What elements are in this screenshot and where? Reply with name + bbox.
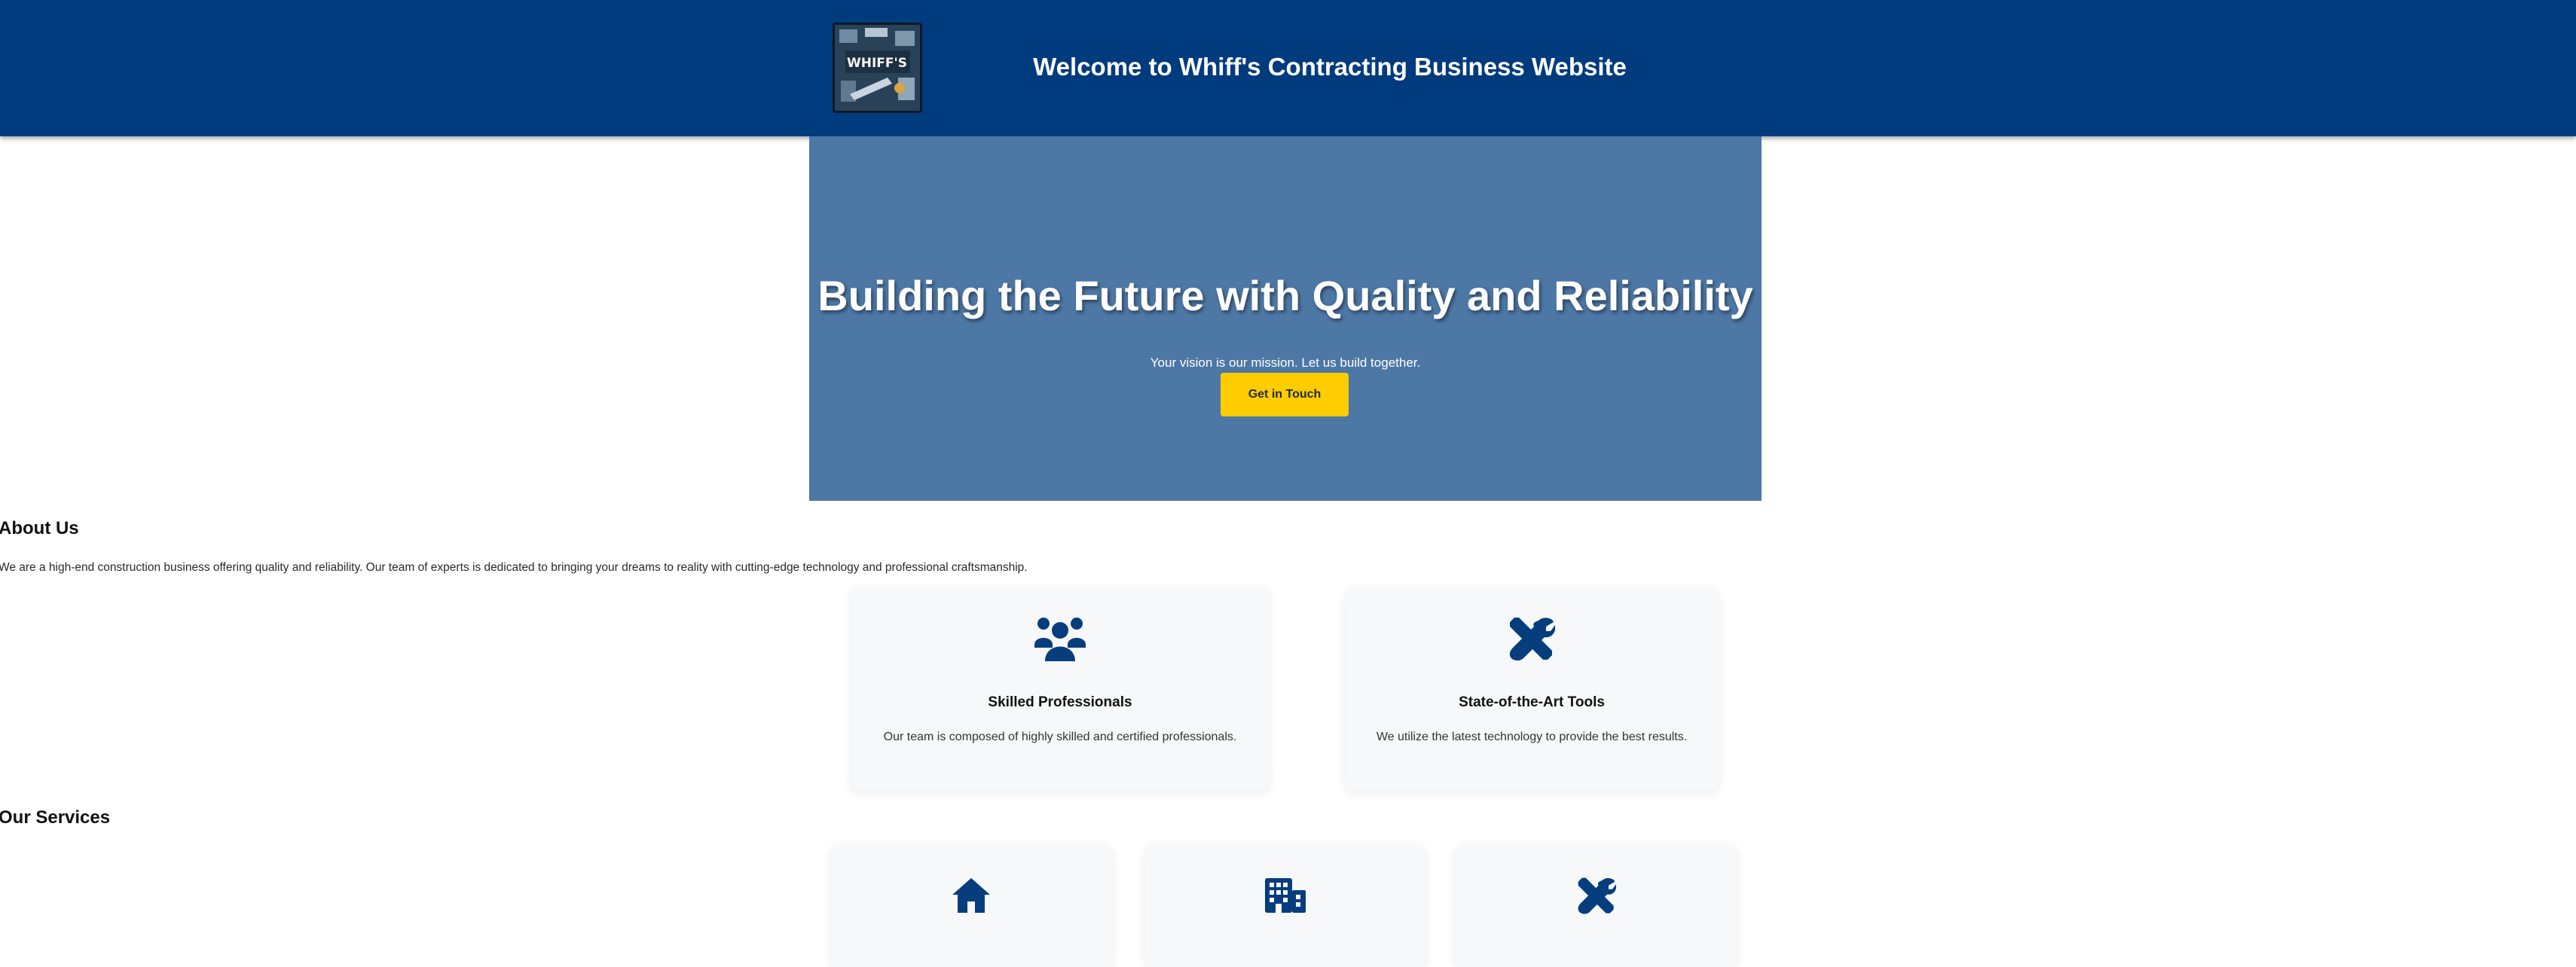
service-card[interactable] bbox=[831, 847, 1111, 967]
logo[interactable]: WHIFF'S bbox=[833, 23, 922, 113]
feature-title: State-of-the-Art Tools bbox=[1459, 694, 1605, 710]
house-icon bbox=[952, 878, 990, 913]
hero-subtitle: Your vision is our mission. Let us build… bbox=[1150, 355, 1421, 370]
get-in-touch-button[interactable]: Get in Touch bbox=[1221, 373, 1349, 416]
service-card[interactable] bbox=[1456, 847, 1737, 967]
about-heading: About Us bbox=[0, 518, 79, 538]
services-heading: Our Services bbox=[0, 807, 111, 828]
site-title: Welcome to Whiff's Contracting Business … bbox=[1033, 53, 1627, 81]
hero-section: Building the Future with Quality and Rel… bbox=[809, 136, 1762, 501]
feature-title: Skilled Professionals bbox=[988, 694, 1132, 710]
hero-title: Building the Future with Quality and Rel… bbox=[817, 272, 1753, 319]
site-header: WHIFF'S Welcome to Whiff's Contracting B… bbox=[0, 0, 2576, 136]
tools-icon bbox=[1509, 618, 1555, 660]
feature-text: Our team is composed of highly skilled a… bbox=[883, 731, 1237, 743]
feature-card-state-of-the-art-tools: State-of-the-Art Tools We utilize the la… bbox=[1346, 589, 1718, 791]
feature-text: We utilize the latest technology to prov… bbox=[1376, 731, 1688, 743]
about-text: We are a high-end construction business … bbox=[0, 561, 1028, 574]
building-icon bbox=[1265, 878, 1306, 913]
tools-icon bbox=[1578, 877, 1616, 914]
users-icon bbox=[1034, 618, 1086, 661]
svg-text:WHIFF'S: WHIFF'S bbox=[847, 56, 907, 71]
service-card[interactable] bbox=[1145, 847, 1426, 967]
feature-card-skilled-professionals: Skilled Professionals Our team is compos… bbox=[851, 589, 1269, 791]
